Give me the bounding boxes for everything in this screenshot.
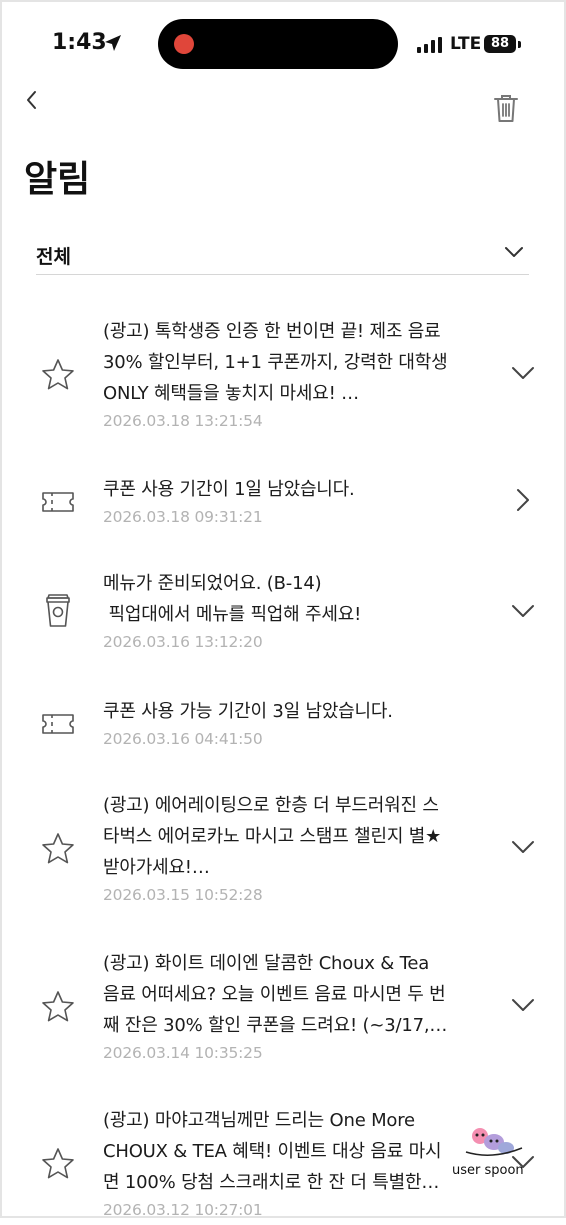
notification-message-line: ONLY 혜택들을 놓치지 마세요! … [103,383,359,404]
notification-text: 메뉴가 준비되었어요. (B-14) 픽업대에서 메뉴를 픽업해 주세요! 20… [103,568,483,657]
notification-item[interactable]: 메뉴가 준비되었어요. (B-14) 픽업대에서 메뉴를 픽업해 주세요! 20… [0,568,566,660]
recording-dot-icon [174,34,194,54]
notification-message-line: 픽업대에서 메뉴를 픽업해 주세요! [103,604,362,625]
notification-date: 2026.03.16 13:12:20 [103,633,263,651]
notification-item[interactable]: 쿠폰 사용 기간이 1일 남았습니다. 2026.03.18 09:31:21 [0,474,566,534]
notification-message-line: 쿠폰 사용 가능 기간이 3일 남았습니다. [103,701,393,722]
notification-message-line: 쿠폰 사용 기간이 1일 남았습니다. [103,479,355,500]
star-icon [42,833,74,864]
trash-icon [494,95,518,122]
notification-date: 2026.03.14 10:35:25 [103,1044,263,1062]
notification-message-line: (광고) 톡학생증 인증 한 번이면 끝! 제조 음료 [103,321,441,342]
notification-item[interactable]: 쿠폰 사용 가능 기간이 3일 남았습니다. 2026.03.16 04:41:… [0,696,566,756]
star-icon [42,991,74,1022]
notification-text: 쿠폰 사용 기간이 1일 남았습니다. 2026.03.18 09:31:21 [103,474,483,532]
notification-date: 2026.03.15 10:52:28 [103,886,263,904]
notification-date: 2026.03.18 09:31:21 [103,508,263,526]
status-bar: 1:43 LTE 88 [0,0,566,90]
notification-date: 2026.03.18 13:21:54 [103,412,263,430]
notification-text: (광고) 톡학생증 인증 한 번이면 끝! 제조 음료 30% 할인부터, 1+… [103,316,483,436]
notification-message-line: 면 100% 당첨 스크래치로 한 잔 더 특별한… [103,1172,440,1193]
back-button[interactable] [22,86,48,116]
watermark-text: user spoon [452,1163,524,1178]
location-arrow-icon [105,35,121,51]
notification-text: (광고) 화이트 데이엔 달콤한 Choux & Tea 음료 어떠세요? 오늘… [103,948,483,1068]
chevron-right-icon[interactable] [510,487,536,513]
chevron-down-icon[interactable] [510,360,536,386]
notification-date: 2026.03.12 10:27:01 [103,1201,263,1219]
notification-date: 2026.03.16 04:41:50 [103,730,263,748]
notification-message-line: CHOUX & TEA 혜택! 이벤트 대상 음료 마시 [103,1141,442,1162]
star-icon [42,1148,74,1179]
notification-message-line: 음료 어떠세요? 오늘 이벤트 음료 마시면 두 번 [103,984,446,1005]
cup-icon [46,594,70,627]
page-title: 알림 [24,159,91,200]
battery-icon: 88 [484,35,516,53]
dynamic-island [158,19,398,69]
notification-item[interactable]: (광고) 에어레이팅으로 한층 더 부드러워진 스 타벅스 에어로카노 마시고 … [0,790,566,914]
network-type: LTE [450,34,482,54]
star-icon [42,359,74,390]
status-time: 1:43 [52,30,107,55]
notification-text: (광고) 마야고객님께만 드리는 One More CHOUX & TEA 혜택… [103,1105,453,1225]
filter-dropdown[interactable]: 전체 [36,236,529,275]
notification-message-line: 타벅스 에어로카노 마시고 스탬프 챌린지 별★ [103,826,442,847]
chevron-down-icon[interactable] [510,598,536,624]
coupon-icon [42,714,74,734]
notification-message-line: 째 잔은 30% 할인 쿠폰을 드려요! (~3/17,… [103,1015,448,1036]
delete-button[interactable] [490,92,522,124]
notification-item[interactable]: (광고) 화이트 데이엔 달콤한 Choux & Tea 음료 어떠세요? 오늘… [0,948,566,1072]
notification-item[interactable]: (광고) 톡학생증 인증 한 번이면 끝! 제조 음료 30% 할인부터, 1+… [0,314,566,442]
notification-text: (광고) 에어레이팅으로 한층 더 부드러워진 스 타벅스 에어로카노 마시고 … [103,790,483,910]
chevron-down-icon[interactable] [510,834,536,860]
notification-message-line: (광고) 화이트 데이엔 달콤한 Choux & Tea [103,953,430,974]
notification-message-line: 메뉴가 준비되었어요. (B-14) [103,573,322,594]
chevron-left-icon [27,91,36,109]
battery-level: 88 [490,36,510,51]
signal-bars-icon [417,37,442,53]
notification-message-line: (광고) 에어레이팅으로 한층 더 부드러워진 스 [103,795,439,816]
notification-message-line: 30% 할인부터, 1+1 쿠폰까지, 강력한 대학생 [103,352,448,373]
chevron-down-icon[interactable] [510,992,536,1018]
chevron-down-icon [505,247,523,257]
battery-tip [518,41,521,48]
notification-message-line: (광고) 마야고객님께만 드리는 One More [103,1110,415,1131]
filter-label: 전체 [36,246,71,268]
notification-message-line: 받아가세요!… [103,857,210,878]
coupon-icon [42,492,74,512]
notification-text: 쿠폰 사용 가능 기간이 3일 남았습니다. 2026.03.16 04:41:… [103,696,483,754]
